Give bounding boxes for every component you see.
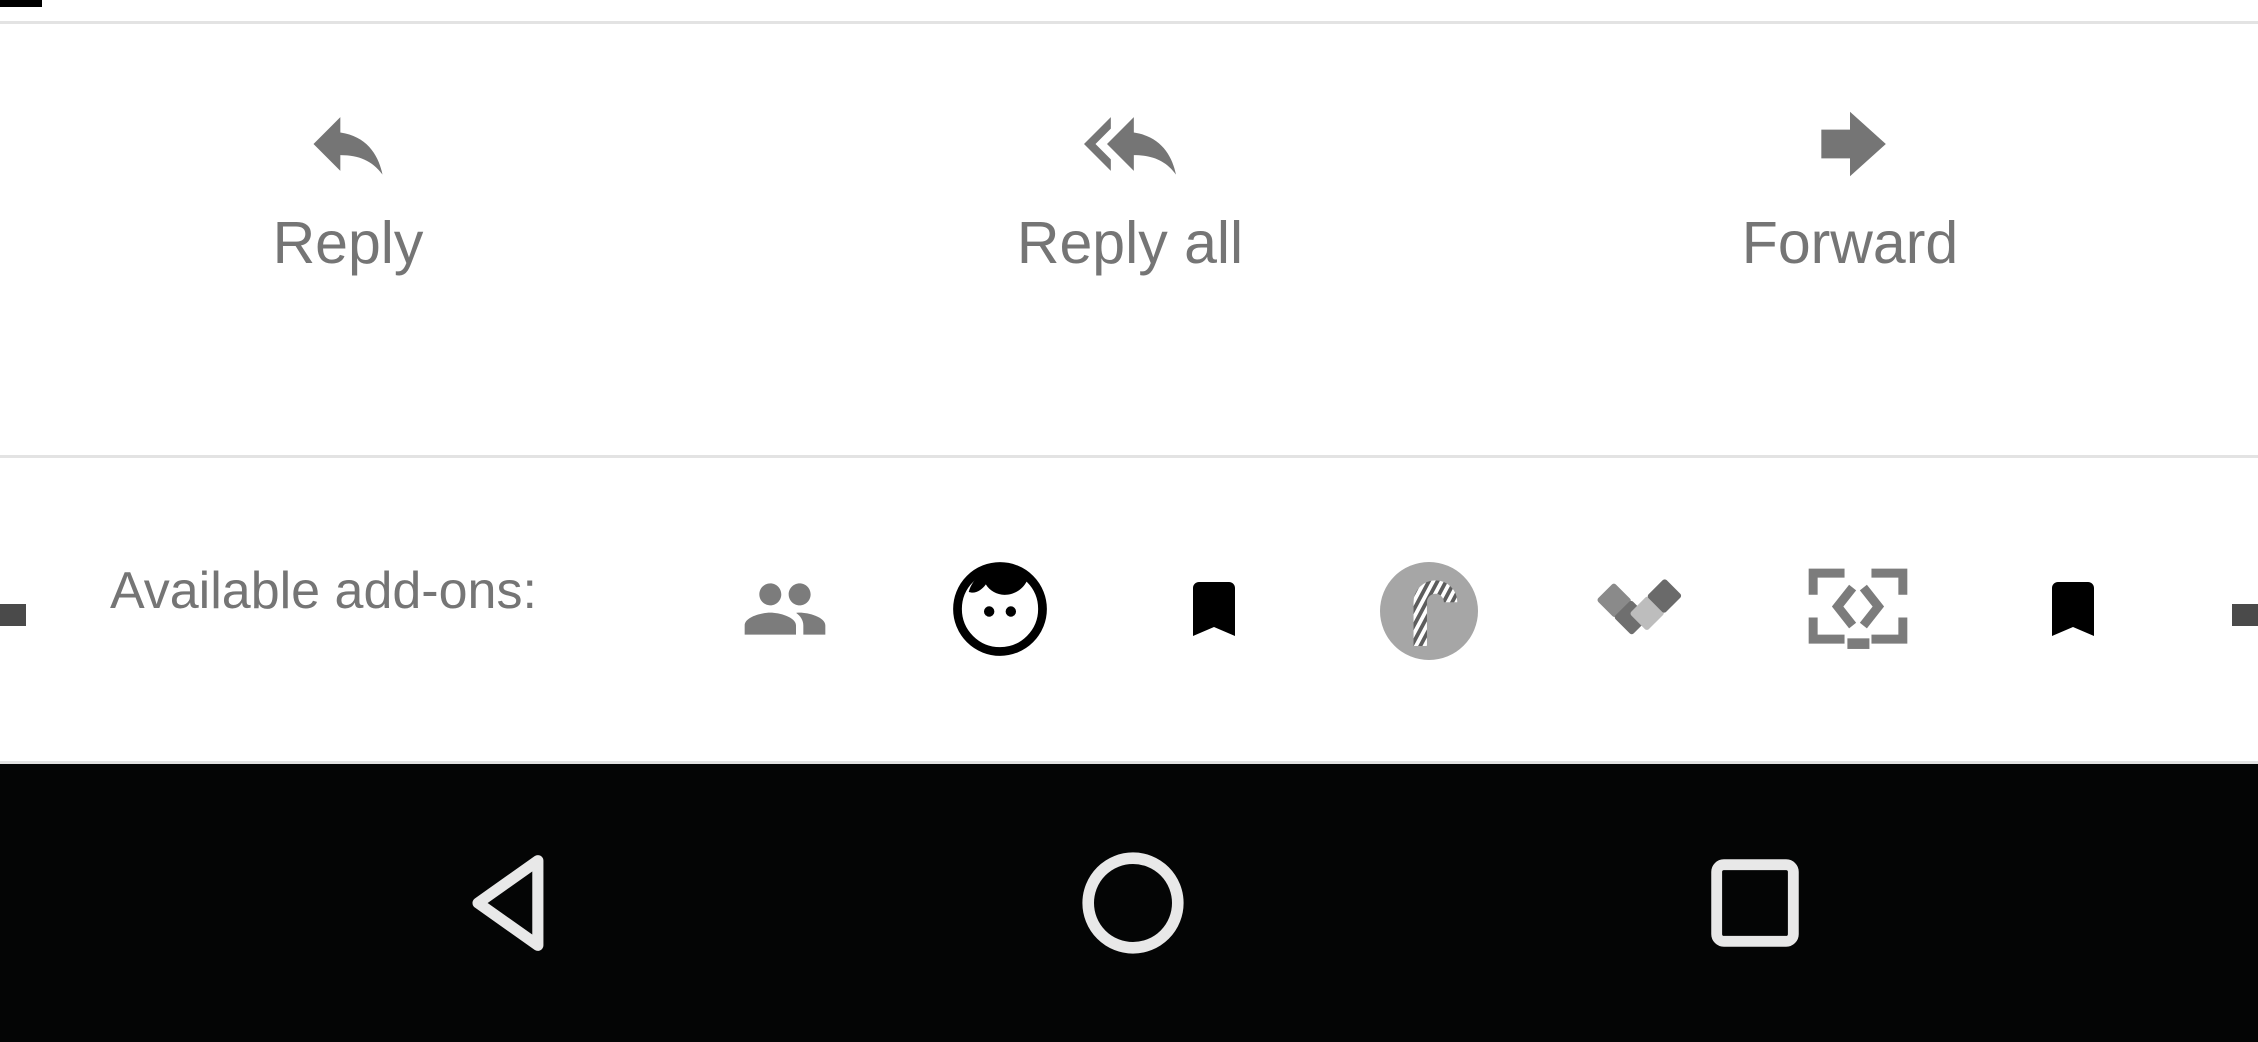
reply-icon (296, 96, 400, 192)
addons-overflow-right-icon[interactable] (2232, 604, 2258, 626)
back-triangle-icon (461, 851, 559, 955)
reply-label: Reply (272, 210, 424, 276)
reply-all-icon (1062, 96, 1198, 192)
addons-overflow-left-icon[interactable] (0, 604, 26, 626)
contacts-people-icon (731, 565, 839, 658)
reply-button[interactable]: Reply (188, 24, 508, 455)
reply-action-bar: Reply Reply all Forward (0, 24, 2258, 455)
code-brackets-icon (1805, 563, 1911, 660)
reply-all-label: Reply all (1016, 210, 1244, 276)
forward-button[interactable]: Forward (1660, 24, 2040, 455)
app-screen: Reply Reply all Forward Available add-on… (0, 0, 2258, 1042)
addon-bookmark-button-1[interactable] (1158, 561, 1270, 661)
addon-checkmark-tasks-button[interactable] (1588, 561, 1700, 661)
addon-contacts-people-button[interactable] (729, 561, 841, 661)
addon-candy-cane-badge-button[interactable] (1373, 561, 1485, 661)
addons-label: Available add-ons: (110, 562, 537, 620)
android-navigation-bar (0, 764, 2258, 1042)
addon-bookmark-button-2[interactable] (2017, 561, 2129, 661)
avatar-face-icon (950, 559, 1050, 664)
checkmark-tasks-icon (1586, 567, 1702, 656)
home-button[interactable] (1003, 764, 1263, 1042)
candy-cane-badge-icon (1380, 562, 1478, 660)
bookmark-icon (2037, 560, 2109, 663)
addon-avatar-face-button[interactable] (944, 561, 1056, 661)
home-circle-icon (1081, 851, 1185, 955)
recents-button[interactable] (1625, 764, 1885, 1042)
bookmark-icon (1178, 560, 1250, 663)
back-button[interactable] (380, 764, 640, 1042)
available-addons-bar: Available add-ons: (0, 458, 2258, 761)
recents-square-icon (1708, 856, 1802, 950)
reply-all-button[interactable]: Reply all (920, 24, 1340, 455)
top-left-corner-marker (0, 0, 42, 7)
forward-icon (1802, 96, 1898, 192)
addon-code-brackets-button[interactable] (1802, 561, 1914, 661)
forward-label: Forward (1741, 210, 1959, 276)
